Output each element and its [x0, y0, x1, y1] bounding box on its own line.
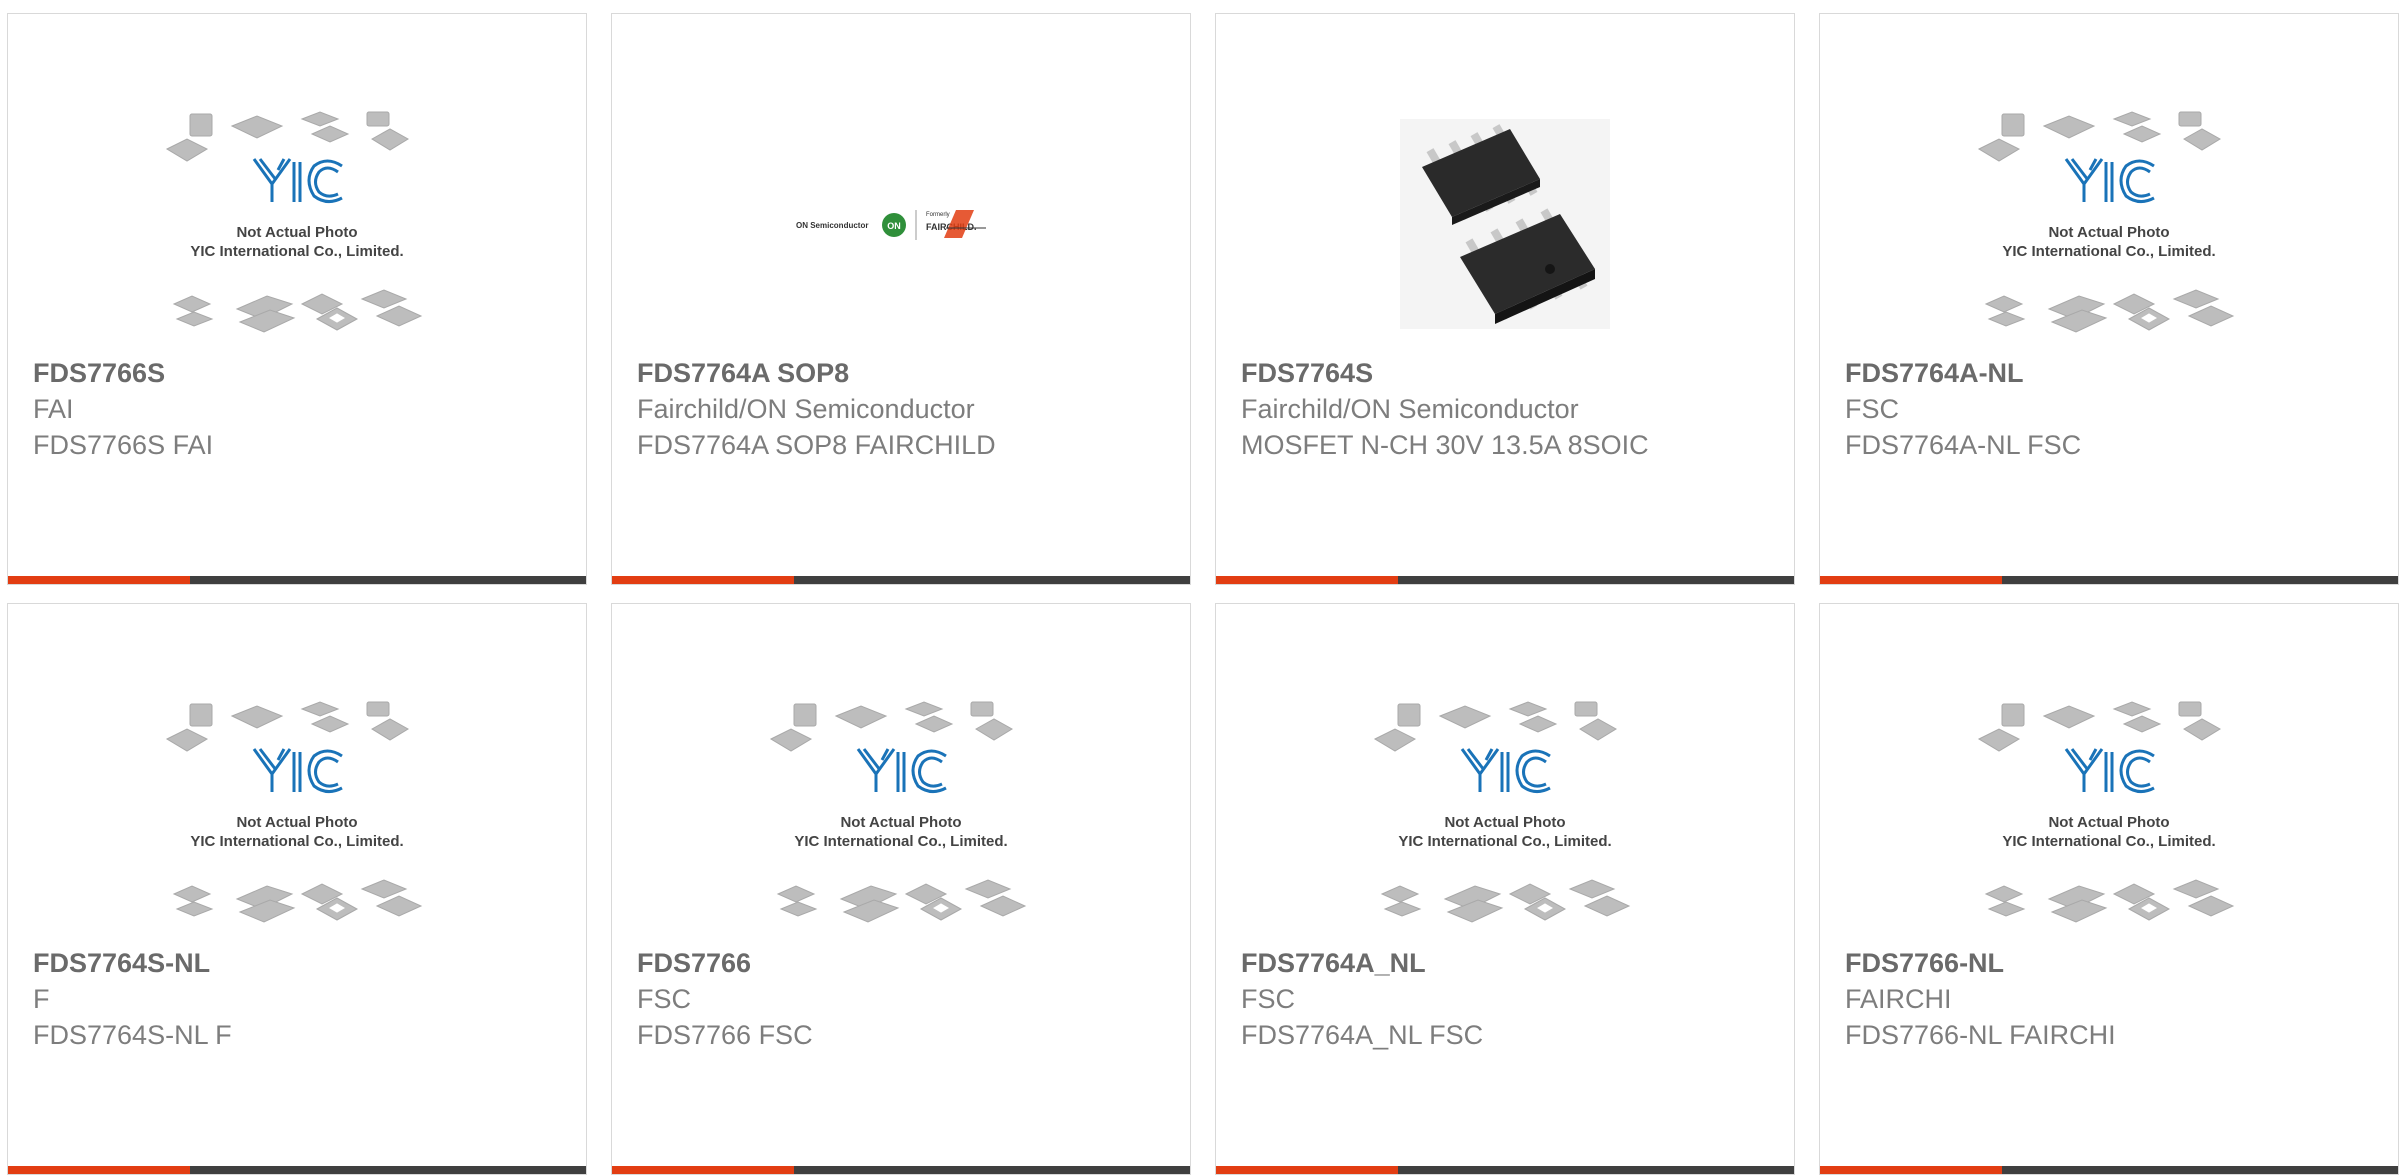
- product-card[interactable]: ON Semiconductor ON Formerly FAIRCHILD. …: [611, 13, 1191, 585]
- product-card[interactable]: Not Actual Photo YIC International Co., …: [1215, 603, 1795, 1175]
- sop8-chip-photo: [1400, 119, 1610, 329]
- product-part-number[interactable]: FDS7764A_NL: [1241, 945, 1661, 981]
- product-info: FDS7764A-NL FSC FDS7764A-NL FSC: [1845, 355, 2265, 463]
- not-actual-photo-text: Not Actual Photo: [236, 224, 357, 241]
- card-accent-bar: [1820, 576, 2002, 584]
- card-bottom-bar: [8, 576, 586, 584]
- product-description: FDS7764A_NL FSC: [1241, 1020, 1484, 1050]
- company-name-text: YIC International Co., Limited.: [1398, 833, 1611, 850]
- card-accent-bar: [612, 576, 794, 584]
- not-actual-photo-icon: Not Actual Photo YIC International Co., …: [1977, 701, 2235, 923]
- product-info: FDS7764S Fairchild/ON Semiconductor MOSFET…: [1241, 355, 1661, 463]
- not-actual-photo-icon: Not Actual Photo YIC International Co., …: [769, 701, 1027, 923]
- product-manufacturer: FSC: [1845, 394, 1899, 424]
- product-description: FDS7766-NL FAIRCHI: [1845, 1020, 2116, 1050]
- not-actual-photo-text: Not Actual Photo: [2048, 224, 2169, 241]
- product-part-number[interactable]: FDS7764A SOP8: [637, 355, 1057, 391]
- product-part-number[interactable]: FDS7764S: [1241, 355, 1661, 391]
- product-manufacturer: F: [33, 984, 50, 1014]
- product-info: FDS7766-NL FAIRCHI FDS7766-NL FAIRCHI: [1845, 945, 2265, 1053]
- card-accent-bar: [1820, 1166, 2002, 1174]
- product-manufacturer: Fairchild/ON Semiconductor: [1241, 394, 1579, 424]
- on-fairchild-logo: ON Semiconductor ON Formerly FAIRCHILD.: [796, 210, 986, 240]
- product-card[interactable]: Not Actual Photo YIC International Co., …: [7, 603, 587, 1175]
- product-info: FDS7764S-NL F FDS7764S-NL F: [33, 945, 453, 1053]
- product-card[interactable]: Not Actual Photo YIC International Co., …: [1819, 13, 2399, 585]
- product-part-number[interactable]: FDS7764S-NL: [33, 945, 453, 981]
- product-info: FDS7766S FAI FDS7766S FAI: [33, 355, 453, 463]
- product-part-number[interactable]: FDS7766: [637, 945, 1057, 981]
- product-info: FDS7766 FSC FDS7766 FSC: [637, 945, 1057, 1053]
- card-bottom-bar: [612, 576, 1190, 584]
- on-semiconductor-text: ON Semiconductor: [796, 221, 868, 230]
- not-actual-photo-text: Not Actual Photo: [2048, 814, 2169, 831]
- product-manufacturer: FSC: [1241, 984, 1295, 1014]
- product-image[interactable]: Not Actual Photo YIC International Co., …: [1216, 679, 1794, 949]
- product-card[interactable]: Not Actual Photo YIC International Co., …: [7, 13, 587, 585]
- company-name-text: YIC International Co., Limited.: [2002, 833, 2215, 850]
- product-info: FDS7764A SOP8 Fairchild/ON Semiconductor F…: [637, 355, 1057, 463]
- product-image[interactable]: [1216, 89, 1794, 359]
- product-part-number[interactable]: FDS7766-NL: [1845, 945, 2265, 981]
- card-accent-bar: [1216, 1166, 1398, 1174]
- product-grid: Not Actual Photo YIC International Co., …: [7, 13, 2399, 1175]
- product-part-number[interactable]: FDS7764A-NL: [1845, 355, 2265, 391]
- product-description: FDS7764A SOP8 FAIRCHILD: [637, 430, 996, 460]
- not-actual-photo-text: Not Actual Photo: [1444, 814, 1565, 831]
- card-accent-bar: [8, 1166, 190, 1174]
- company-name-text: YIC International Co., Limited.: [794, 833, 1007, 850]
- product-image[interactable]: Not Actual Photo YIC International Co., …: [1820, 89, 2398, 359]
- not-actual-photo-text: Not Actual Photo: [236, 814, 357, 831]
- product-image[interactable]: Not Actual Photo YIC International Co., …: [1820, 679, 2398, 949]
- product-image[interactable]: ON Semiconductor ON Formerly FAIRCHILD.: [612, 89, 1190, 359]
- product-description: FDS7764S-NL F: [33, 1020, 232, 1050]
- not-actual-photo-text: Not Actual Photo: [840, 814, 961, 831]
- product-card[interactable]: FDS7764S Fairchild/ON Semiconductor MOSFET…: [1215, 13, 1795, 585]
- product-manufacturer: FSC: [637, 984, 691, 1014]
- product-image[interactable]: Not Actual Photo YIC International Co., …: [612, 679, 1190, 949]
- product-image[interactable]: Not Actual Photo YIC International Co., …: [8, 89, 586, 359]
- formerly-text: Formerly: [926, 212, 950, 218]
- not-actual-photo-icon: Not Actual Photo YIC International Co., …: [1373, 701, 1631, 923]
- card-accent-bar: [8, 576, 190, 584]
- product-description: MOSFET N-CH 30V 13.5A 8SOIC: [1241, 430, 1649, 460]
- card-accent-bar: [1216, 576, 1398, 584]
- product-description: FDS7766 FSC: [637, 1020, 813, 1050]
- product-image[interactable]: Not Actual Photo YIC International Co., …: [8, 679, 586, 949]
- on-badge-text: ON: [887, 221, 901, 231]
- card-bottom-bar: [1820, 1166, 2398, 1174]
- company-name-text: YIC International Co., Limited.: [2002, 243, 2215, 260]
- product-manufacturer: FAI: [33, 394, 74, 424]
- card-bottom-bar: [1216, 576, 1794, 584]
- not-actual-photo-icon: Not Actual Photo YIC International Co., …: [165, 701, 423, 923]
- product-card[interactable]: Not Actual Photo YIC International Co., …: [611, 603, 1191, 1175]
- not-actual-photo-icon: Not Actual Photo YIC International Co., …: [165, 111, 423, 333]
- not-actual-photo-icon: Not Actual Photo YIC International Co., …: [1977, 111, 2235, 333]
- company-name-text: YIC International Co., Limited.: [190, 243, 403, 260]
- card-bottom-bar: [612, 1166, 1190, 1174]
- product-info: FDS7764A_NL FSC FDS7764A_NL FSC: [1241, 945, 1661, 1053]
- product-description: FDS7766S FAI: [33, 430, 214, 460]
- product-description: FDS7764A-NL FSC: [1845, 430, 2082, 460]
- card-accent-bar: [612, 1166, 794, 1174]
- card-bottom-bar: [1820, 576, 2398, 584]
- company-name-text: YIC International Co., Limited.: [190, 833, 403, 850]
- product-manufacturer: Fairchild/ON Semiconductor: [637, 394, 975, 424]
- product-card[interactable]: Not Actual Photo YIC International Co., …: [1819, 603, 2399, 1175]
- card-bottom-bar: [1216, 1166, 1794, 1174]
- product-part-number[interactable]: FDS7766S: [33, 355, 453, 391]
- card-bottom-bar: [8, 1166, 586, 1174]
- product-manufacturer: FAIRCHI: [1845, 984, 1952, 1014]
